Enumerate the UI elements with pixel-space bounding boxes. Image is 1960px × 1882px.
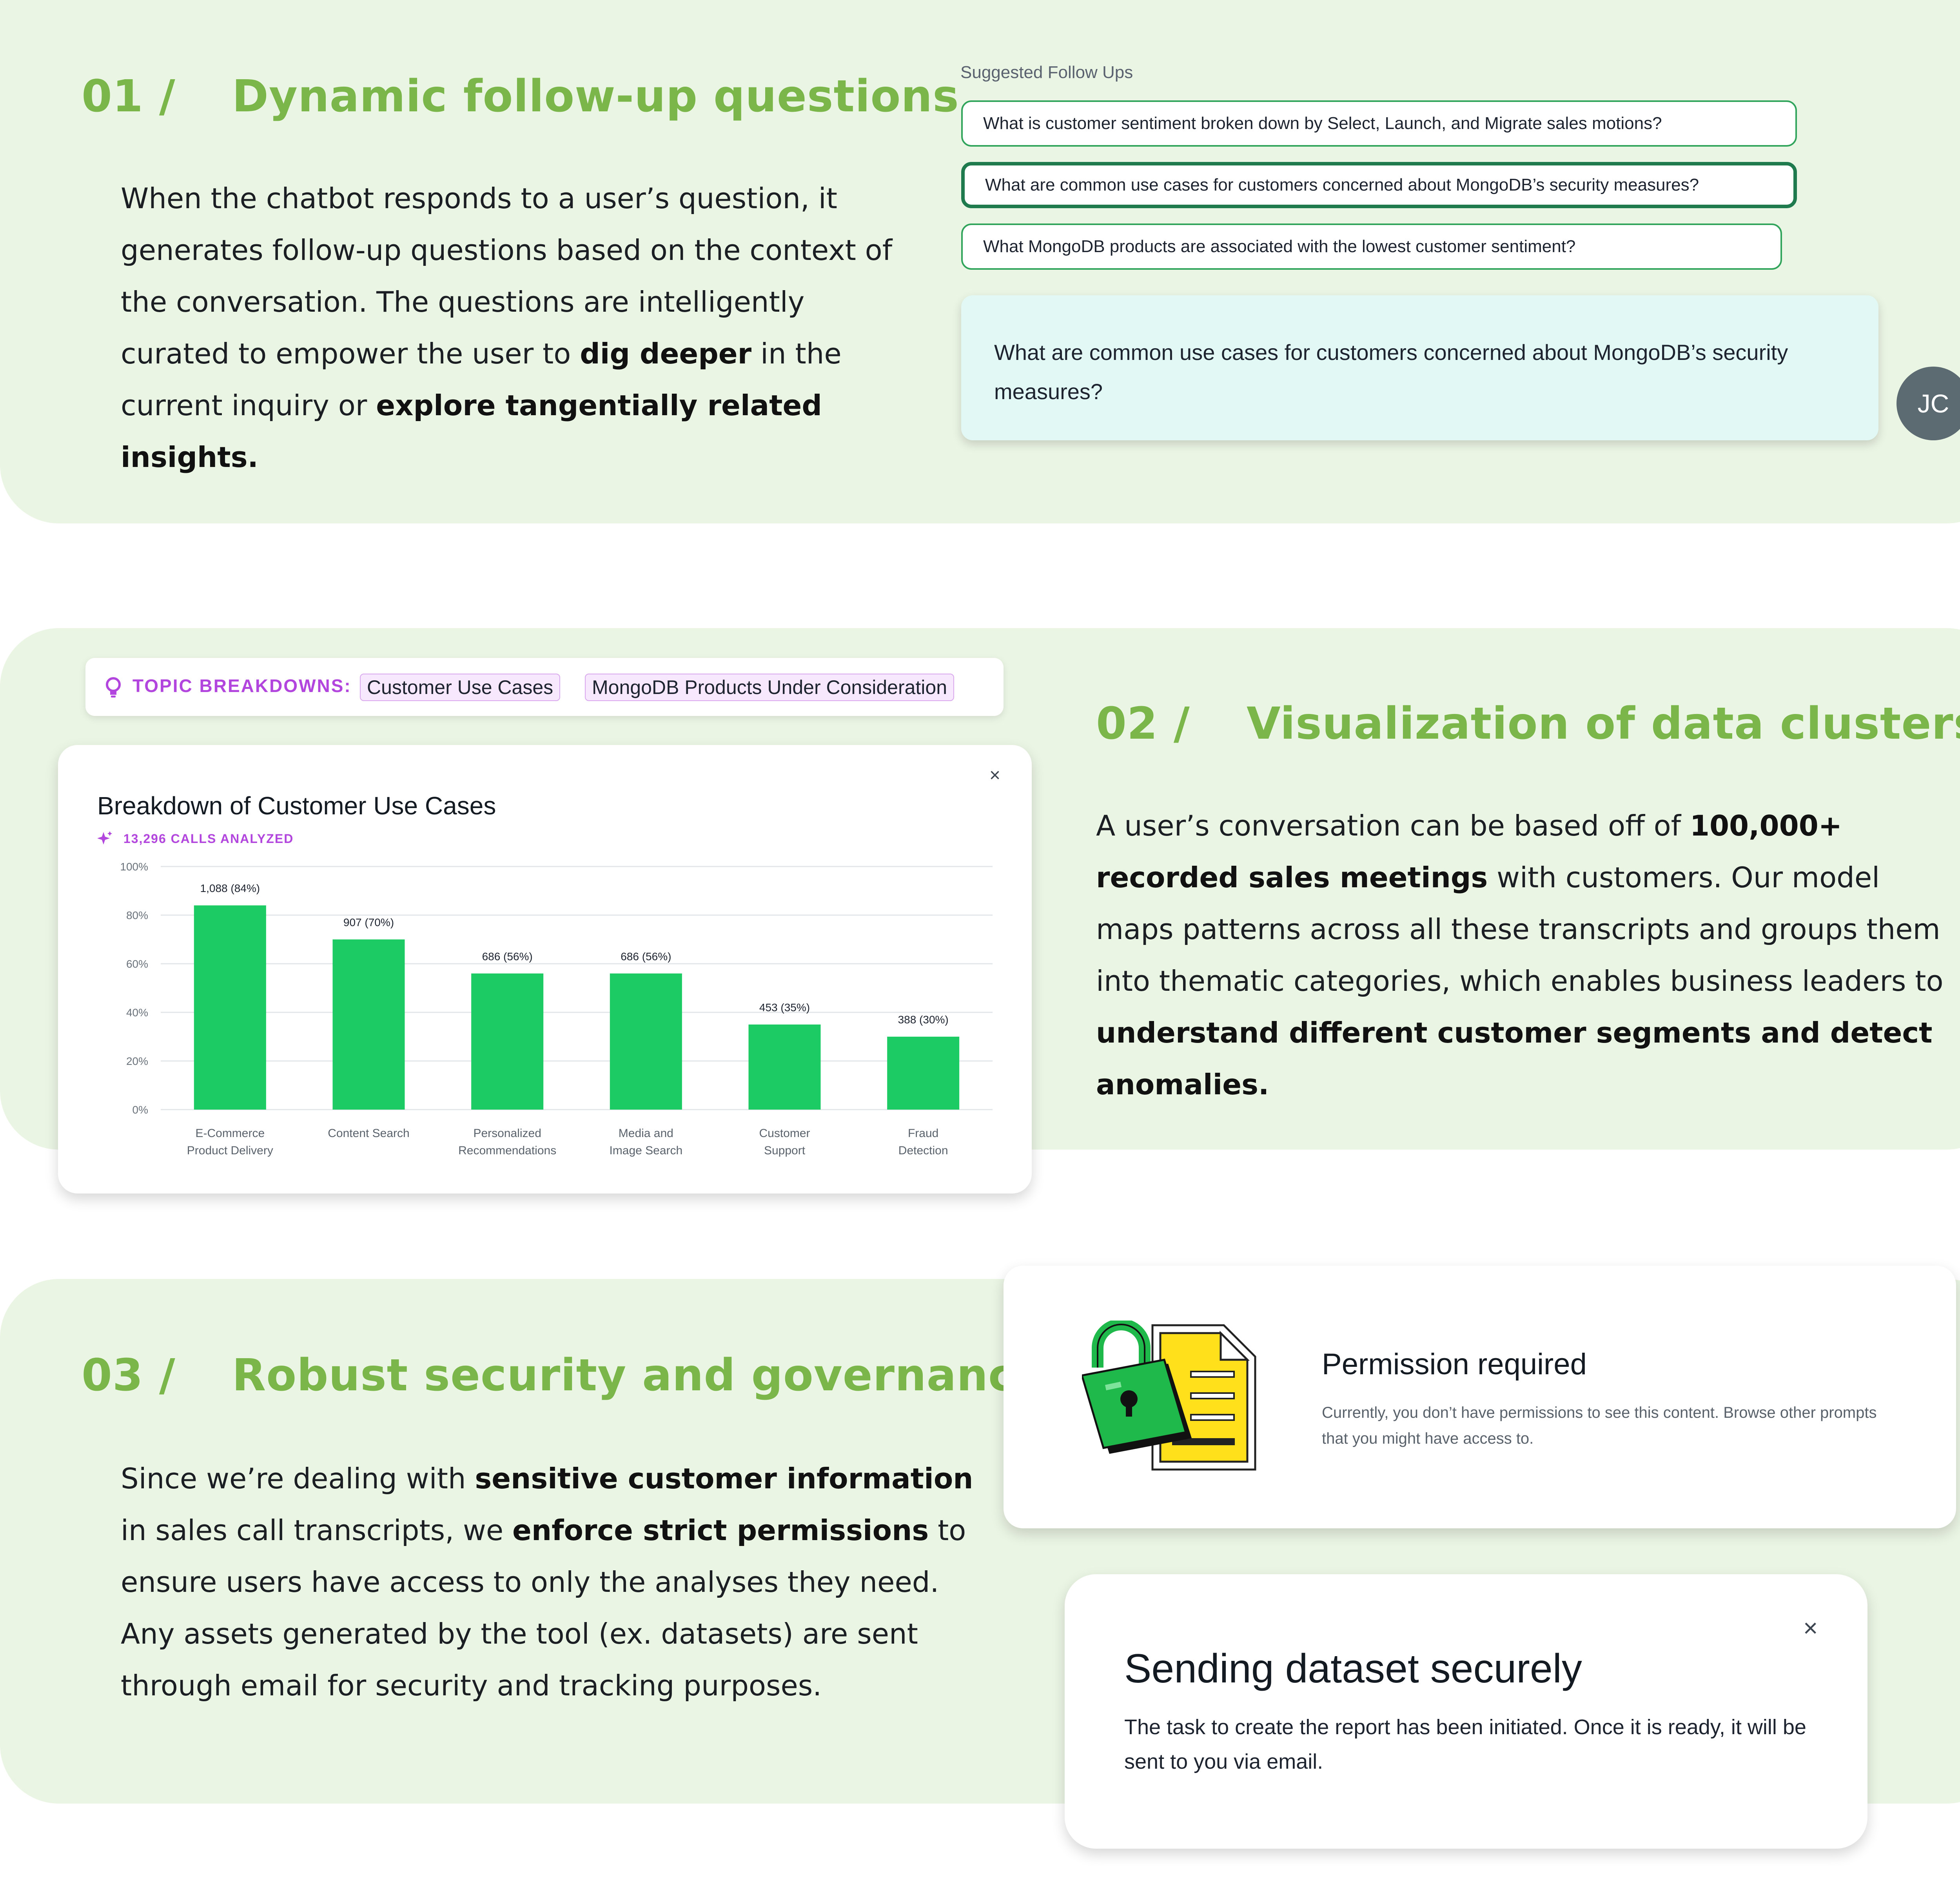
close-icon[interactable]: × — [1803, 1613, 1818, 1642]
suggested-follow-ups-label: Suggested Follow Ups — [960, 63, 1133, 82]
section-1-number: 01 / — [82, 71, 176, 122]
y-tick-label: 60% — [126, 958, 148, 970]
body-text-segment: A user’s conversation can be based off o… — [1096, 809, 1690, 842]
category-label: Fraud — [908, 1127, 938, 1140]
topic-chip-customer-use-cases[interactable]: Customer Use Cases — [360, 674, 561, 701]
data-label: 686 (56%) — [482, 950, 533, 963]
emphasis-text: enforce strict permissions — [512, 1514, 929, 1547]
permission-required-card: Permission required Currently, you don’t… — [1004, 1266, 1956, 1528]
section-2-body: A user’s conversation can be based off o… — [1096, 800, 1958, 1110]
sending-text: The task to create the report has been i… — [1124, 1715, 1806, 1773]
suggestion-chip[interactable]: What MongoDB products are associated wit… — [961, 223, 1782, 270]
category-label: Content Search — [328, 1127, 409, 1140]
y-tick-label: 100% — [120, 861, 148, 873]
user-query-bubble: What are common use cases for customers … — [961, 295, 1878, 440]
emphasis-text: dig deeper — [580, 337, 752, 370]
category-label: Personalized — [473, 1127, 541, 1140]
data-label: 388 (30%) — [898, 1014, 949, 1026]
chart-card: Breakdown of Customer Use Cases 13,296 C… — [58, 745, 1032, 1194]
bar — [887, 1037, 960, 1110]
data-label: 686 (56%) — [621, 950, 671, 963]
bar-chart: 0% 20% 40% 60% 80% 100% 1,088 (84%) E-Commerce P… — [120, 861, 993, 1157]
emphasis-text: sensitive customer information — [475, 1462, 973, 1495]
lightbulb-icon — [104, 677, 122, 701]
body-text-segment: Since we’re dealing with — [121, 1462, 475, 1495]
category-label: Product Delivery — [187, 1144, 273, 1157]
y-tick-label: 80% — [126, 909, 148, 921]
suggestion-chip[interactable]: What is customer sentiment broken down b… — [961, 100, 1797, 147]
body-text-segment: in sales call transcripts, we — [121, 1514, 513, 1547]
section-1-heading: Dynamic follow-up questions — [232, 71, 959, 122]
y-tick-label: 0% — [132, 1104, 148, 1116]
topic-breakdowns-bar: TOPIC BREAKDOWNS: Customer Use Cases Mon… — [85, 658, 1004, 716]
category-label: E-Commerce — [195, 1127, 265, 1140]
section-2-heading: Visualization of data clusters — [1247, 698, 1960, 749]
permission-title: Permission required — [1322, 1348, 1587, 1381]
emphasis-text: understand different customer segments a… — [1096, 1016, 1933, 1101]
sending-dataset-card: × Sending dataset securely The task to c… — [1065, 1574, 1867, 1849]
topic-breakdowns-label: TOPIC BREAKDOWNS: — [132, 676, 352, 696]
section-2-number: 02 / — [1096, 698, 1190, 749]
category-label: Recommendations — [458, 1144, 556, 1157]
data-label: 907 (70%) — [343, 916, 394, 928]
section-3-body: Since we’re dealing with sensitive custo… — [121, 1453, 983, 1711]
permission-text: Currently, you don’t have permissions to… — [1322, 1404, 1877, 1447]
data-label: 1,088 (84%) — [200, 882, 260, 894]
category-label: Media and — [619, 1127, 673, 1140]
bar — [194, 905, 266, 1110]
topic-chip-mongodb-products[interactable]: MongoDB Products Under Consideration — [585, 674, 955, 701]
suggestion-chip-selected[interactable]: What are common use cases for customers … — [961, 162, 1797, 208]
category-label: Detection — [898, 1144, 948, 1157]
section-1-body: When the chatbot responds to a user’s qu… — [121, 173, 916, 483]
y-tick-label: 20% — [126, 1055, 148, 1067]
data-label: 453 (35%) — [759, 1001, 810, 1014]
bar — [471, 973, 544, 1110]
section-3-heading: Robust security and governance — [232, 1350, 1045, 1401]
category-label: Image Search — [609, 1144, 682, 1157]
section-3-number: 03 / — [82, 1350, 176, 1401]
bar — [610, 973, 682, 1110]
lock-document-icon — [1080, 1319, 1278, 1475]
category-label: Customer — [759, 1127, 810, 1140]
bar — [748, 1025, 821, 1110]
bar — [332, 939, 405, 1110]
y-tick-label: 40% — [126, 1006, 148, 1019]
sending-title: Sending dataset securely — [1124, 1646, 1582, 1691]
category-label: Support — [764, 1144, 806, 1157]
